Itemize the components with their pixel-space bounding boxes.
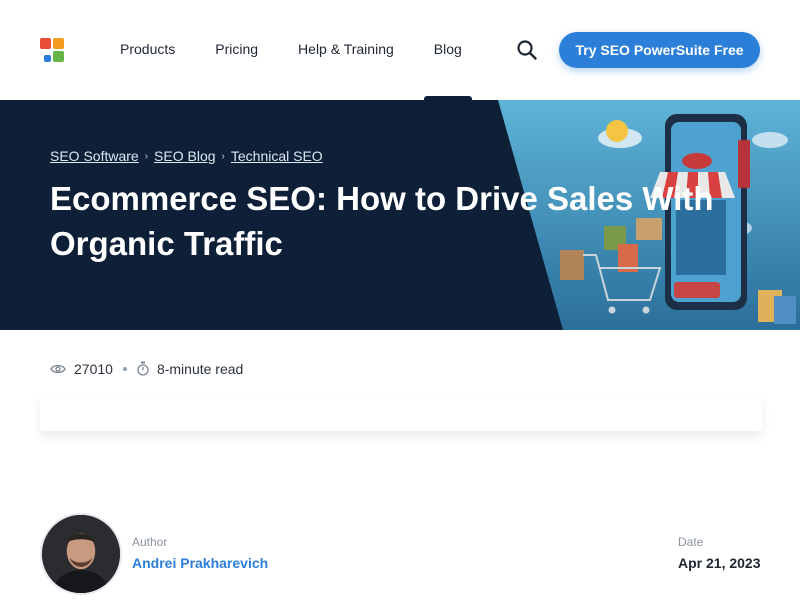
main-nav: Products Pricing Help & Training Blog [120, 40, 502, 58]
author-label: Author [132, 535, 168, 549]
nav-products[interactable]: Products [120, 40, 175, 58]
content-card [40, 395, 762, 431]
author-photo [42, 515, 120, 593]
page-title: Ecommerce SEO: How to Drive Sales With O… [50, 180, 714, 262]
nav-pricing[interactable]: Pricing [215, 40, 258, 58]
author-avatar[interactable] [40, 513, 122, 595]
date-label: Date [678, 535, 704, 549]
breadcrumb-seo-blog[interactable]: SEO Blog [154, 148, 215, 164]
stopwatch-icon [137, 361, 149, 376]
hero-banner: SEO Software › SEO Blog › Technical SEO … [0, 100, 800, 330]
chevron-right-icon: › [221, 150, 225, 162]
publish-date: Apr 21, 2023 [678, 555, 761, 571]
view-count: 27010 [74, 361, 113, 377]
article-meta: 27010 8-minute read [50, 361, 243, 377]
chevron-right-icon: › [144, 150, 149, 162]
breadcrumb-technical-seo[interactable]: Technical SEO [231, 148, 323, 164]
try-free-button[interactable]: Try SEO PowerSuite Free [559, 32, 760, 68]
nav-help-training[interactable]: Help & Training [298, 40, 394, 58]
eye-icon [50, 364, 66, 374]
search-icon[interactable] [516, 39, 538, 61]
separator-dot [122, 367, 127, 371]
site-header: Products Pricing Help & Training Blog Tr… [0, 0, 800, 100]
author-name-link[interactable]: Andrei Prakharevich [132, 555, 268, 571]
read-time: 8-minute read [156, 361, 244, 377]
breadcrumb-seo-software[interactable]: SEO Software [50, 148, 139, 164]
active-nav-indicator [424, 96, 472, 100]
seo-powersuite-logo-icon[interactable] [40, 38, 64, 62]
nav-blog[interactable]: Blog [434, 40, 462, 58]
breadcrumb: SEO Software › SEO Blog › Technical SEO [50, 148, 323, 164]
